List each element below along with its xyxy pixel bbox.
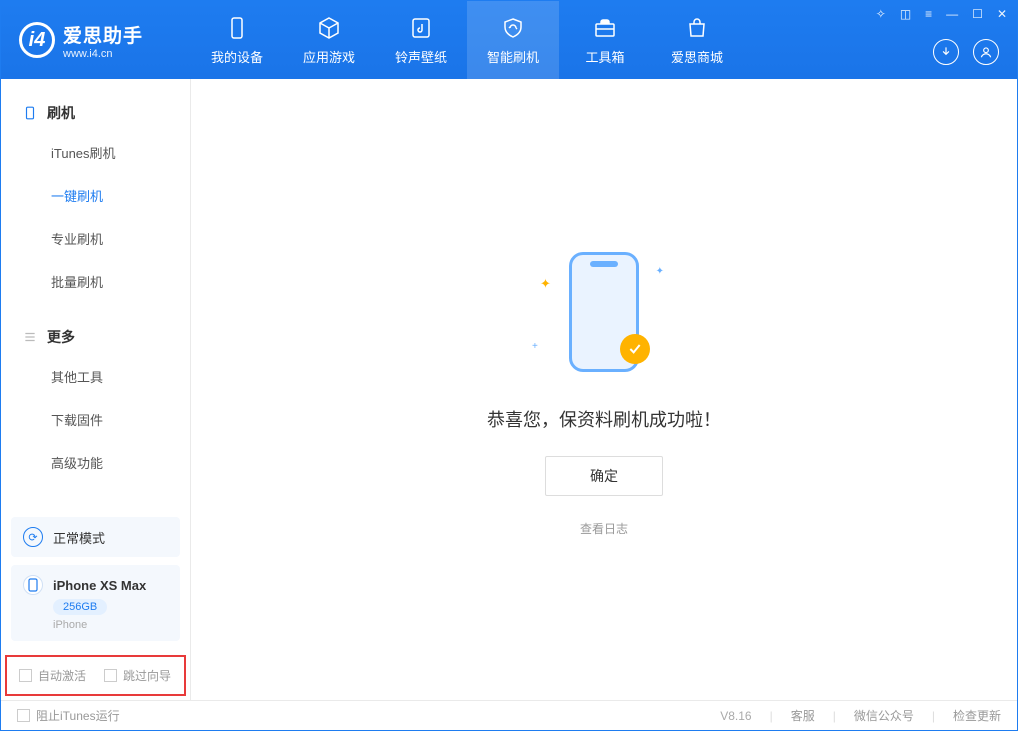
sidebar: 刷机 iTunes刷机 一键刷机 专业刷机 批量刷机 更多 其他工具 下载固件 … bbox=[1, 79, 191, 700]
sidebar-item-batch-flash[interactable]: 批量刷机 bbox=[51, 260, 190, 303]
sidebar-section-more: 更多 bbox=[1, 319, 190, 355]
checkbox-label: 自动激活 bbox=[38, 667, 86, 684]
footer-link-update[interactable]: 检查更新 bbox=[953, 707, 1001, 724]
device-mode-label: 正常模式 bbox=[53, 528, 105, 547]
checkbox-icon bbox=[17, 709, 30, 722]
checkbox-block-itunes[interactable]: 阻止iTunes运行 bbox=[17, 707, 120, 724]
sidebar-item-other-tools[interactable]: 其他工具 bbox=[51, 355, 190, 398]
device-type: iPhone bbox=[53, 619, 168, 631]
nav-label: 爱思商城 bbox=[671, 47, 723, 66]
toolbox-icon bbox=[592, 15, 618, 41]
checkbox-skip-guide[interactable]: 跳过向导 bbox=[104, 667, 171, 684]
checkbox-label: 阻止iTunes运行 bbox=[36, 707, 120, 724]
device-icon bbox=[224, 15, 250, 41]
feedback-icon[interactable]: ✧ bbox=[876, 7, 886, 21]
main-content: ✦ ✦ + 恭喜您，保资料刷机成功啦！ 确定 查看日志 bbox=[191, 79, 1017, 700]
device-info-box[interactable]: iPhone XS Max 256GB iPhone bbox=[11, 565, 180, 641]
bag-icon bbox=[684, 15, 710, 41]
success-message: 恭喜您，保资料刷机成功啦！ bbox=[487, 406, 721, 432]
nav-store[interactable]: 爱思商城 bbox=[651, 1, 743, 79]
sidebar-item-pro-flash[interactable]: 专业刷机 bbox=[51, 217, 190, 260]
sidebar-item-download-firmware[interactable]: 下载固件 bbox=[51, 398, 190, 441]
sparkle-icon: ✦ bbox=[656, 266, 664, 277]
window-controls: ✧ ◫ ≡ — ☐ ✕ bbox=[876, 7, 1007, 21]
sidebar-item-itunes-flash[interactable]: iTunes刷机 bbox=[51, 131, 190, 174]
nav-label: 应用游戏 bbox=[303, 47, 355, 66]
success-illustration: ✦ ✦ + bbox=[514, 242, 694, 382]
checkbox-label: 跳过向导 bbox=[123, 667, 171, 684]
device-panel: ⟳ 正常模式 iPhone XS Max 256GB iPhone bbox=[1, 507, 190, 651]
flash-options-row: 自动激活 跳过向导 bbox=[5, 655, 186, 696]
close-button[interactable]: ✕ bbox=[997, 7, 1007, 21]
cube-icon bbox=[316, 15, 342, 41]
main-nav: 我的设备 应用游戏 铃声壁纸 智能刷机 工具箱 爱思商城 bbox=[191, 1, 743, 79]
sparkle-icon: + bbox=[532, 341, 538, 352]
nav-apps-games[interactable]: 应用游戏 bbox=[283, 1, 375, 79]
nav-label: 智能刷机 bbox=[487, 47, 539, 66]
music-icon bbox=[408, 15, 434, 41]
nav-ringtone-wallpaper[interactable]: 铃声壁纸 bbox=[375, 1, 467, 79]
version-label: V8.16 bbox=[720, 709, 751, 723]
device-phone-icon bbox=[23, 575, 43, 595]
nav-label: 我的设备 bbox=[211, 47, 263, 66]
download-button[interactable] bbox=[933, 39, 959, 65]
logo-icon: i4 bbox=[19, 22, 55, 58]
nav-label: 铃声壁纸 bbox=[395, 47, 447, 66]
ok-button[interactable]: 确定 bbox=[545, 456, 663, 496]
footer-link-support[interactable]: 客服 bbox=[791, 707, 815, 724]
app-header: i4 爱思助手 www.i4.cn 我的设备 应用游戏 铃声壁纸 智能刷机 工具… bbox=[1, 1, 1017, 79]
checkbox-auto-activate[interactable]: 自动激活 bbox=[19, 667, 86, 684]
sidebar-section-flash: 刷机 bbox=[1, 95, 190, 131]
minimize-button[interactable]: — bbox=[946, 7, 958, 21]
nav-label: 工具箱 bbox=[585, 47, 624, 66]
footer-link-wechat[interactable]: 微信公众号 bbox=[854, 707, 914, 724]
nav-my-device[interactable]: 我的设备 bbox=[191, 1, 283, 79]
sparkle-icon: ✦ bbox=[540, 276, 551, 292]
maximize-button[interactable]: ☐ bbox=[972, 7, 983, 21]
logo-area: i4 爱思助手 www.i4.cn bbox=[1, 21, 191, 60]
mode-icon: ⟳ bbox=[23, 527, 43, 547]
view-log-link[interactable]: 查看日志 bbox=[580, 520, 628, 537]
device-mode-box[interactable]: ⟳ 正常模式 bbox=[11, 517, 180, 557]
check-badge-icon bbox=[620, 334, 650, 364]
app-title: 爱思助手 bbox=[63, 21, 143, 48]
skin-icon[interactable]: ◫ bbox=[900, 7, 911, 21]
list-icon bbox=[23, 330, 37, 344]
status-bar: 阻止iTunes运行 V8.16 | 客服 | 微信公众号 | 检查更新 bbox=[1, 700, 1017, 730]
checkbox-icon bbox=[104, 669, 117, 682]
app-url: www.i4.cn bbox=[63, 48, 143, 60]
checkbox-icon bbox=[19, 669, 32, 682]
device-storage: 256GB bbox=[53, 599, 107, 615]
menu-icon[interactable]: ≡ bbox=[925, 7, 932, 21]
sidebar-section-title: 刷机 bbox=[47, 103, 75, 123]
phone-icon bbox=[23, 106, 37, 120]
refresh-shield-icon bbox=[500, 15, 526, 41]
sidebar-item-oneclick-flash[interactable]: 一键刷机 bbox=[51, 174, 190, 217]
nav-smart-flash[interactable]: 智能刷机 bbox=[467, 1, 559, 79]
device-name: iPhone XS Max bbox=[53, 578, 146, 593]
nav-toolbox[interactable]: 工具箱 bbox=[559, 1, 651, 79]
user-button[interactable] bbox=[973, 39, 999, 65]
sidebar-item-advanced[interactable]: 高级功能 bbox=[51, 441, 190, 484]
header-actions bbox=[933, 39, 999, 65]
sidebar-section-title: 更多 bbox=[47, 327, 75, 347]
